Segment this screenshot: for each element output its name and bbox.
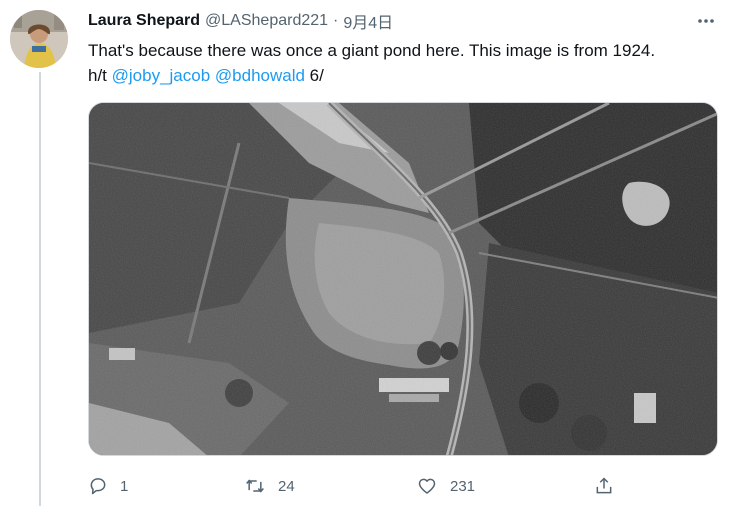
- hat-tip-prefix: h/t: [88, 66, 112, 85]
- more-icon: [698, 19, 714, 23]
- retweet-button[interactable]: 24: [244, 474, 295, 498]
- avatar[interactable]: [10, 10, 68, 68]
- thread-count: 6/: [304, 66, 324, 85]
- separator-dot: ·: [333, 12, 339, 29]
- tweet-text: That's because there was once a giant po…: [88, 38, 724, 88]
- like-button[interactable]: 231: [416, 474, 475, 498]
- heart-icon: [418, 478, 436, 494]
- aerial-photo-1924: [89, 103, 717, 455]
- reply-button[interactable]: 1: [88, 474, 128, 498]
- thread-line: [39, 72, 41, 506]
- reply-count: 1: [120, 477, 129, 495]
- tweet-header: Laura Shepard @LAShepard221 · 9月4日: [88, 10, 393, 32]
- tweet-actions: 1 24 231: [88, 474, 628, 498]
- tweet-media[interactable]: [88, 102, 718, 456]
- retweet-icon: [246, 479, 264, 493]
- user-handle[interactable]: @LAShepard221: [205, 12, 328, 30]
- display-name[interactable]: Laura Shepard: [88, 12, 200, 30]
- mention-link-bdhowald[interactable]: @bdhowald: [215, 66, 305, 85]
- share-icon: [596, 477, 612, 494]
- retweet-count: 24: [278, 477, 295, 495]
- tweet-date[interactable]: 9月4日: [343, 9, 393, 33]
- more-button[interactable]: [692, 9, 720, 33]
- avatar-photo: [10, 10, 68, 68]
- like-count: 231: [450, 477, 476, 495]
- tweet-text-line-2: h/t @joby_jacob @bdhowald 6/: [88, 63, 724, 88]
- reply-icon: [90, 478, 106, 495]
- tweet-text-line-1: That's because there was once a giant po…: [88, 41, 656, 60]
- mention-link-joby-jacob[interactable]: @joby_jacob: [112, 66, 211, 85]
- share-button[interactable]: [594, 474, 614, 498]
